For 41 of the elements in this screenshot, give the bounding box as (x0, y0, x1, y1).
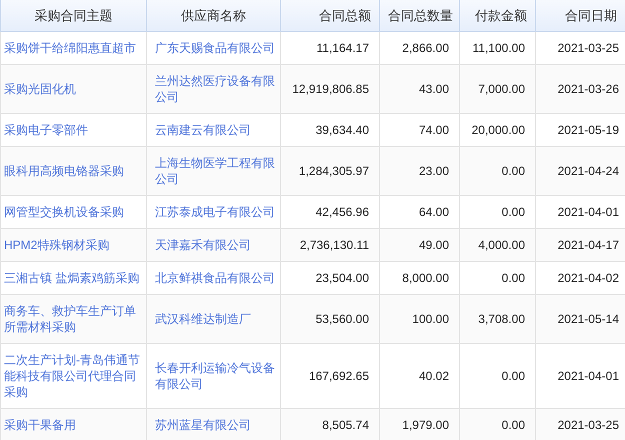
table-cell: 53,560.00 (280, 294, 380, 343)
table-cell: 20,000.00 (460, 113, 536, 146)
table-cell: 74.00 (380, 113, 460, 146)
table-cell: 11,164.17 (280, 31, 380, 64)
table-cell: 2,866.00 (380, 31, 460, 64)
table-cell: 42,456.96 (280, 195, 380, 228)
table-cell: 49.00 (380, 228, 460, 261)
table-cell: 64.00 (380, 195, 460, 228)
table-cell: 0.00 (460, 261, 536, 294)
table-cell: 2021-03-26 (536, 64, 625, 113)
table-cell: 23.00 (380, 146, 460, 195)
table-cell: 0.00 (460, 343, 536, 408)
column-header: 合同日期 (536, 0, 625, 31)
table-cell: 2021-03-25 (536, 408, 625, 440)
table-cell: 11,100.00 (460, 31, 536, 64)
column-header: 供应商名称 (146, 0, 280, 31)
table-cell: 2,736,130.11 (280, 228, 380, 261)
table-cell: 23,504.00 (280, 261, 380, 294)
column-header: 合同总数量 (380, 0, 460, 31)
table-cell: 39,634.40 (280, 113, 380, 146)
table-cell: 3,708.00 (460, 294, 536, 343)
table-cell: 100.00 (380, 294, 460, 343)
table-cell: 0.00 (460, 146, 536, 195)
table-cell: 7,000.00 (460, 64, 536, 113)
table-cell: 167,692.65 (280, 343, 380, 408)
table-cell: 2021-05-14 (536, 294, 625, 343)
table-cell: 4,000.00 (460, 228, 536, 261)
table-cell: 2021-04-17 (536, 228, 625, 261)
table-cell: 0.00 (460, 408, 536, 440)
table-cell: 40.02 (380, 343, 460, 408)
column-header: 付款金额 (460, 0, 536, 31)
table-cell: 1,979.00 (380, 408, 460, 440)
column-header: 采购合同主题 (0, 0, 146, 31)
table-cell: 8,505.74 (280, 408, 380, 440)
table-cell: 12,919,806.85 (280, 64, 380, 113)
table-cell: 8,000.00 (380, 261, 460, 294)
table-cell: 2021-04-24 (536, 146, 625, 195)
table-cell: 43.00 (380, 64, 460, 113)
table-cell: 1,284,305.97 (280, 146, 380, 195)
table-cell: 0.00 (460, 195, 536, 228)
column-header: 合同总额 (280, 0, 380, 31)
